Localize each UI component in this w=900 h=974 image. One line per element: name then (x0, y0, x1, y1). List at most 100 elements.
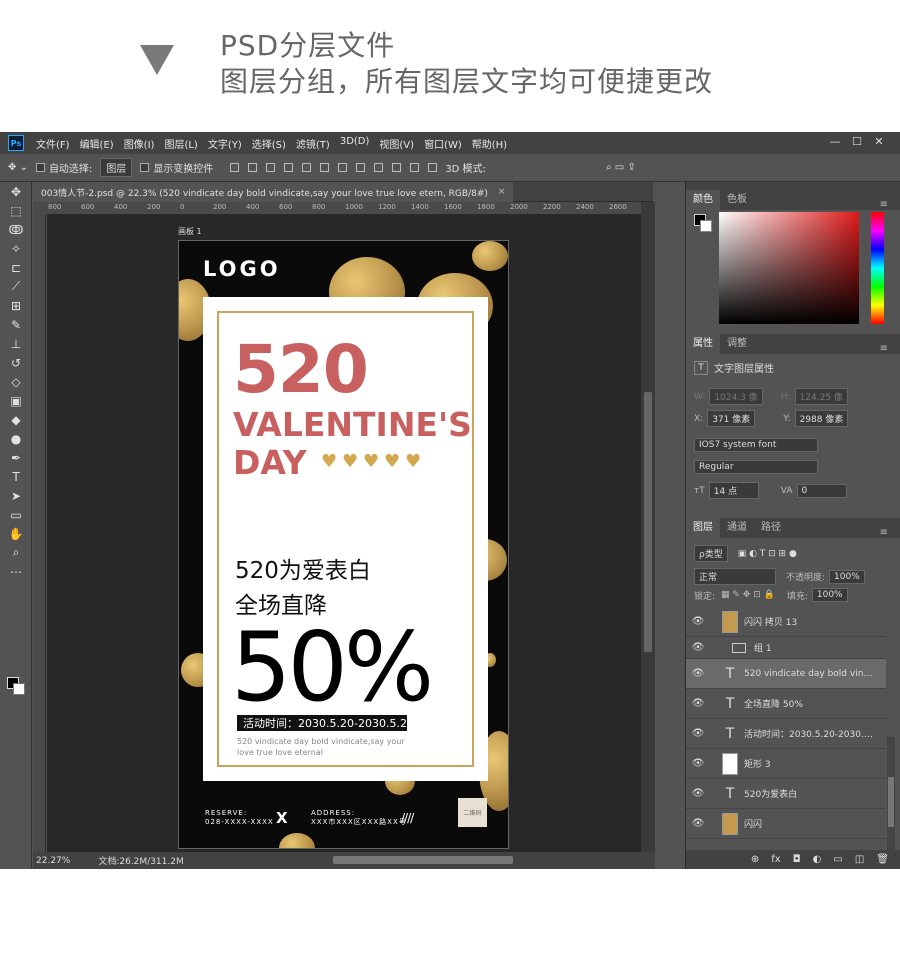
filter-icons[interactable]: ▣ ◐ T ⊡ ⊞ ● (738, 549, 797, 559)
mask-icon[interactable]: ◘ (793, 854, 801, 865)
opacity-field[interactable]: 100% (829, 569, 865, 584)
layer-row-selected[interactable]: 👁 T 520 vindicate day bold vindica... (686, 659, 886, 689)
menu-3d[interactable]: 3D(D) (340, 136, 370, 151)
font-select[interactable]: IOS7 system font (694, 438, 818, 452)
zoom-level[interactable]: 22.27% (36, 856, 70, 866)
layer-row[interactable]: 👁 闪闪 (686, 809, 886, 839)
artboard[interactable]: LOGO 520 VALENTINE'S DAY ♥ ♥ ♥ ♥ ♥ 520为爱表白 全… (178, 240, 509, 849)
layer-dropdown[interactable]: 图层 (100, 158, 133, 177)
blur-icon[interactable]: ◆ (0, 410, 32, 429)
type-icon[interactable]: T (0, 467, 32, 486)
tab-layers[interactable]: 图层 (686, 518, 720, 538)
panel-menu-icon[interactable]: ≡ (873, 523, 895, 543)
eye-icon[interactable]: 👁 (686, 698, 710, 709)
eyedropper-icon[interactable]: ⟋ (0, 277, 32, 296)
canvas-area[interactable]: 画板 1 LOGO 520 VALENTINE'S DAY ♥ ♥ ♥ ♥ ♥ 520为… (47, 215, 641, 852)
font-size-field[interactable]: 14 点 (708, 482, 759, 499)
background-swatch[interactable] (13, 683, 25, 695)
menu-help[interactable]: 帮助(H) (472, 136, 507, 151)
blend-mode-select[interactable]: 正常 (694, 568, 776, 585)
bg-color[interactable] (700, 220, 712, 232)
crop-icon[interactable]: ⊏ (0, 258, 32, 277)
move-tool-icon[interactable]: ✥ ⌄ (8, 162, 28, 173)
path-select-icon[interactable]: ➤ (0, 486, 32, 505)
zoom-icon[interactable]: ⌕ (0, 543, 32, 562)
fill-field[interactable]: 100% (811, 588, 848, 602)
layers-scrollbar[interactable] (887, 737, 895, 857)
tab-swatches[interactable]: 色板 (720, 190, 754, 210)
eye-icon[interactable]: 👁 (686, 788, 710, 799)
search-icon[interactable]: ⌕ ▭ ⇪ (606, 162, 636, 173)
menu-layer[interactable]: 图层(L) (164, 136, 197, 151)
lasso-icon[interactable]: ↂ (0, 220, 32, 239)
rectangle-icon[interactable]: ▭ (0, 505, 32, 524)
healing-icon[interactable]: ⊞ (0, 296, 32, 315)
new-layer-icon[interactable]: ◫ (855, 854, 864, 865)
close-button[interactable]: ✕ (868, 135, 890, 148)
h-field[interactable]: 124.25 像 (794, 388, 848, 405)
move-icon[interactable]: ✥ (0, 182, 32, 201)
eye-icon[interactable]: 👁 (686, 728, 710, 739)
color-field[interactable] (719, 212, 859, 324)
menu-view[interactable]: 视图(V) (379, 136, 414, 151)
marquee-icon[interactable]: ⬚ (0, 201, 32, 220)
close-tab-icon[interactable]: × (498, 187, 506, 197)
layer-row[interactable]: 👁 T 全场直降 50% (686, 689, 886, 719)
horizontal-scroll-thumb[interactable] (333, 856, 513, 864)
trash-icon[interactable]: 🗑 (876, 854, 889, 865)
more-icon[interactable]: ⋯ (0, 562, 32, 581)
new-group-icon[interactable]: ▭ (833, 854, 842, 865)
tab-channels[interactable]: 通道 (720, 518, 754, 538)
menu-window[interactable]: 窗口(W) (424, 136, 462, 151)
w-field[interactable]: 1024.3 像 (709, 388, 763, 405)
auto-select-checkbox[interactable]: 自动选择: (35, 160, 92, 175)
layer-row[interactable]: 👁 矩形 3 (686, 749, 886, 779)
menu-file[interactable]: 文件(F) (36, 136, 70, 151)
pen-icon[interactable]: ✒ (0, 448, 32, 467)
hand-icon[interactable]: ✋ (0, 524, 32, 543)
layer-row[interactable]: 👁 T 520为爱表白 (686, 779, 886, 809)
scroll-thumb[interactable] (644, 392, 652, 652)
brush-icon[interactable]: ✎ (0, 315, 32, 334)
hue-slider[interactable] (871, 212, 884, 324)
adjustment-icon[interactable]: ◐ (813, 854, 822, 865)
stamp-icon[interactable]: ⊥ (0, 334, 32, 353)
tab-paths[interactable]: 路径 (754, 518, 788, 538)
magic-wand-icon[interactable]: ✧ (0, 239, 32, 258)
document-tab[interactable]: 003情人节-2.psd @ 22.3% (520 vindicate day … (33, 182, 514, 202)
menu-image[interactable]: 图像(I) (124, 136, 155, 151)
fx-icon[interactable]: fx (771, 854, 780, 865)
menu-filter[interactable]: 滤镜(T) (296, 136, 330, 151)
link-layers-icon[interactable]: ⊕ (751, 854, 759, 865)
style-select[interactable]: Regular (694, 460, 818, 474)
layers-scroll-thumb[interactable] (888, 777, 894, 827)
tab-color[interactable]: 颜色 (686, 190, 720, 210)
menu-edit[interactable]: 编辑(E) (80, 136, 114, 151)
minimize-button[interactable]: — (824, 135, 846, 148)
history-brush-icon[interactable]: ↺ (0, 353, 32, 372)
eye-icon[interactable]: 👁 (686, 668, 710, 679)
dodge-icon[interactable]: ● (0, 429, 32, 448)
eye-icon[interactable]: 👁 (686, 642, 710, 653)
eraser-icon[interactable]: ◇ (0, 372, 32, 391)
y-field[interactable]: 2988 像素 (794, 410, 849, 427)
tab-adjustments[interactable]: 调整 (720, 334, 754, 354)
maximize-button[interactable]: ☐ (846, 135, 868, 148)
eye-icon[interactable]: 👁 (686, 758, 710, 769)
layer-row[interactable]: 👁 T 活动时间：2030.5.20-2030.5... (686, 719, 886, 749)
align-icons[interactable] (221, 163, 438, 172)
layer-row[interactable]: 👁 闪闪 拷贝 13 (686, 607, 886, 637)
menu-select[interactable]: 选择(S) (252, 136, 286, 151)
x-field[interactable]: 371 像素 (707, 410, 756, 427)
kind-filter[interactable]: ρ类型 (694, 545, 728, 562)
tracking-field[interactable]: 0 (796, 483, 847, 498)
eye-icon[interactable]: 👁 (686, 818, 710, 829)
menu-type[interactable]: 文字(Y) (208, 136, 242, 151)
layer-row[interactable]: 👁 组 1 (686, 637, 886, 659)
gradient-icon[interactable]: ▣ (0, 391, 32, 410)
eye-icon[interactable]: 👁 (686, 616, 710, 627)
transform-checkbox[interactable]: 显示变换控件 (140, 160, 213, 175)
panel-menu-icon[interactable]: ≡ (873, 339, 895, 359)
tab-properties[interactable]: 属性 (686, 334, 720, 354)
vertical-scrollbar[interactable] (641, 202, 655, 852)
